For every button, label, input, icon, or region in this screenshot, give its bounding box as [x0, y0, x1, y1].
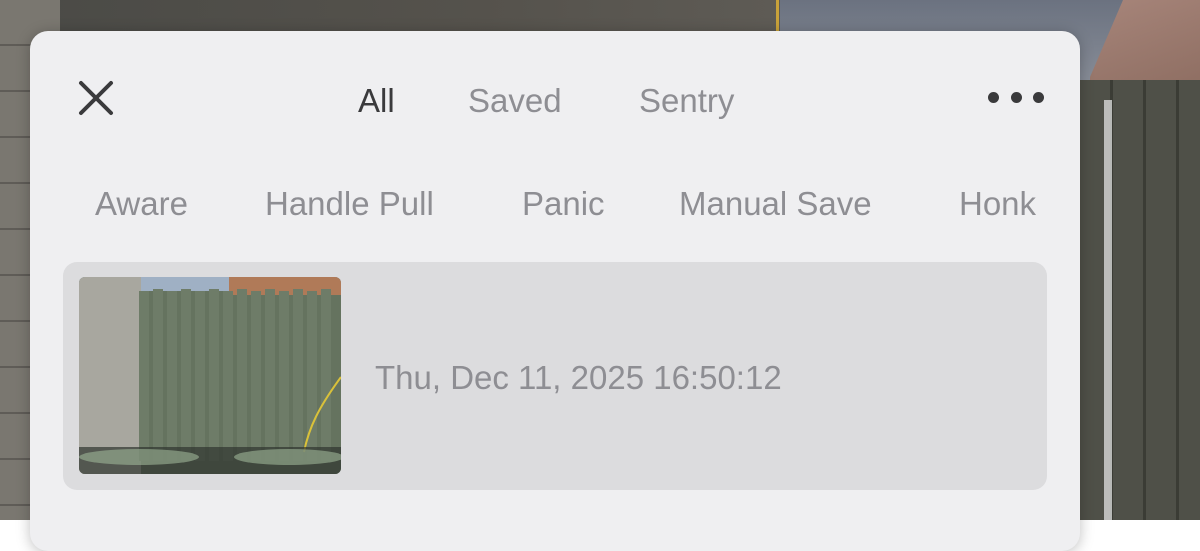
tab-saved[interactable]: Saved — [468, 77, 562, 125]
more-options-button[interactable] — [988, 83, 1044, 111]
tab-all[interactable]: All — [358, 77, 395, 125]
clip-timestamp: Thu, Dec 11, 2025 16:50:12 — [375, 359, 782, 396]
clip-category-tabs: All Saved Sentry — [30, 77, 1080, 125]
filter-honk[interactable]: Honk — [959, 182, 1036, 226]
more-dot — [1010, 91, 1022, 103]
clip-list-item[interactable]: Thu, Dec 11, 2025 16:50:12 — [63, 262, 1047, 490]
event-filter-bar: Aware Handle Pull Panic Manual Save Honk — [30, 182, 1080, 226]
clip-thumbnail — [79, 277, 341, 474]
more-dot — [1033, 91, 1044, 103]
filter-manual-save[interactable]: Manual Save — [679, 182, 872, 226]
tab-sentry[interactable]: Sentry — [639, 77, 734, 125]
filter-aware[interactable]: Aware — [95, 182, 188, 226]
thumbnail-image — [79, 277, 341, 474]
more-horizontal-icon — [988, 91, 999, 103]
background-fence — [1080, 80, 1200, 520]
background-pole — [1104, 100, 1112, 520]
dashcam-viewer-panel: All Saved Sentry Aware Handle Pull Panic… — [30, 31, 1080, 551]
filter-panic[interactable]: Panic — [522, 182, 605, 226]
filter-handle-pull[interactable]: Handle Pull — [265, 182, 434, 226]
